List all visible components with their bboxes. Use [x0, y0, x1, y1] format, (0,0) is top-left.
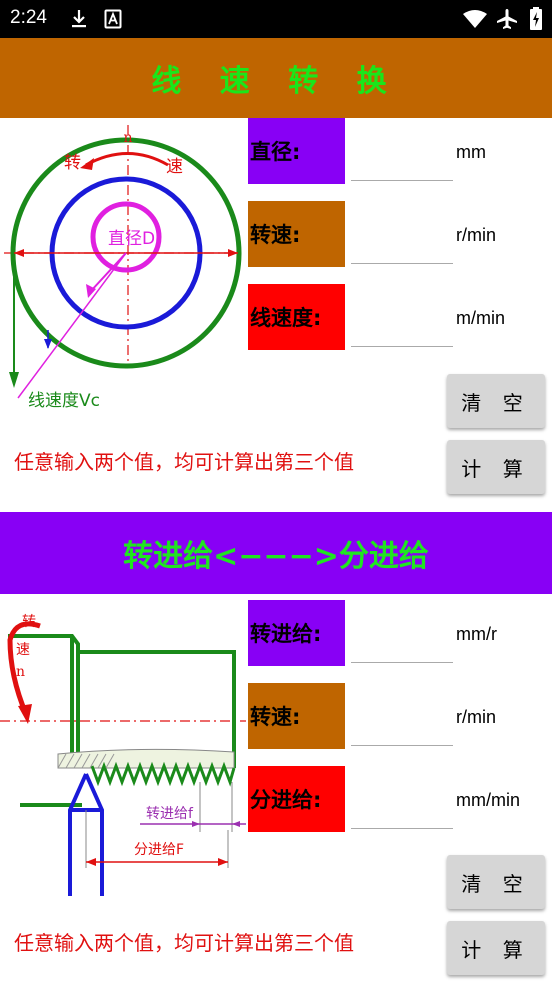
- label-feed-per-min: 分进给F: [134, 842, 184, 858]
- airplane-mode-icon: [497, 9, 517, 29]
- battery-charging-icon: [530, 7, 542, 30]
- hint-text-2: 任意输入两个值，均可计算出第三个值: [14, 931, 354, 955]
- rpm-input[interactable]: [351, 205, 453, 264]
- rpm-unit-2: r/min: [456, 707, 496, 727]
- label-vc: 线速度Vc: [28, 391, 100, 411]
- linear-speed-diagram: n 转 速 直径D 线速度Vc: [4, 125, 244, 411]
- label-n: n: [123, 130, 132, 146]
- rpm-label-2: 转速:: [248, 683, 345, 749]
- feed-per-rev-input[interactable]: [351, 604, 453, 663]
- diameter-input[interactable]: [351, 122, 453, 181]
- status-time: 2:24: [10, 7, 47, 28]
- label-zhuan-2: 转: [22, 614, 36, 630]
- clear-button-1[interactable]: 清 空: [447, 374, 545, 428]
- linear-speed-input[interactable]: [351, 288, 453, 347]
- label-n-2: n: [16, 664, 25, 680]
- download-icon: [72, 10, 86, 28]
- label-su-2: 速: [16, 642, 30, 658]
- feed-per-rev-unit: mm/r: [456, 624, 497, 644]
- status-bar: 2:24: [0, 0, 552, 38]
- text-format-icon: [104, 9, 122, 29]
- feed-per-min-input[interactable]: [351, 770, 453, 829]
- label-zhuan: 转: [64, 153, 81, 173]
- diameter-label: 直径:: [248, 118, 345, 184]
- calculate-button-1[interactable]: 计 算: [447, 440, 545, 494]
- label-feed-per-rev: 转进给f: [146, 806, 194, 822]
- clear-button-2[interactable]: 清 空: [447, 855, 545, 909]
- label-diameter: 直径D: [108, 229, 155, 249]
- feed-diagram: 转 速 n 转进给f 分进给F: [0, 614, 246, 896]
- linear-speed-unit: m/min: [456, 308, 505, 328]
- label-su: 速: [166, 157, 183, 177]
- rpm-input-2[interactable]: [351, 687, 453, 746]
- hint-text-1: 任意输入两个值，均可计算出第三个值: [14, 450, 354, 474]
- wifi-icon: [463, 10, 487, 28]
- feed-per-min-label: 分进给:: [248, 766, 345, 832]
- diameter-unit: mm: [456, 142, 486, 162]
- feed-per-rev-label: 转进给:: [248, 600, 345, 666]
- rpm-label: 转速:: [248, 201, 345, 267]
- linear-speed-title: 线 速 转 换: [0, 38, 552, 118]
- calculate-button-2[interactable]: 计 算: [447, 921, 545, 975]
- feed-per-min-unit: mm/min: [456, 790, 520, 810]
- feed-conversion-title: 转进给<−−−>分进给: [0, 512, 552, 594]
- linear-speed-label: 线速度:: [248, 284, 345, 350]
- rpm-unit: r/min: [456, 225, 496, 245]
- rotation-arrow-icon: [85, 152, 169, 167]
